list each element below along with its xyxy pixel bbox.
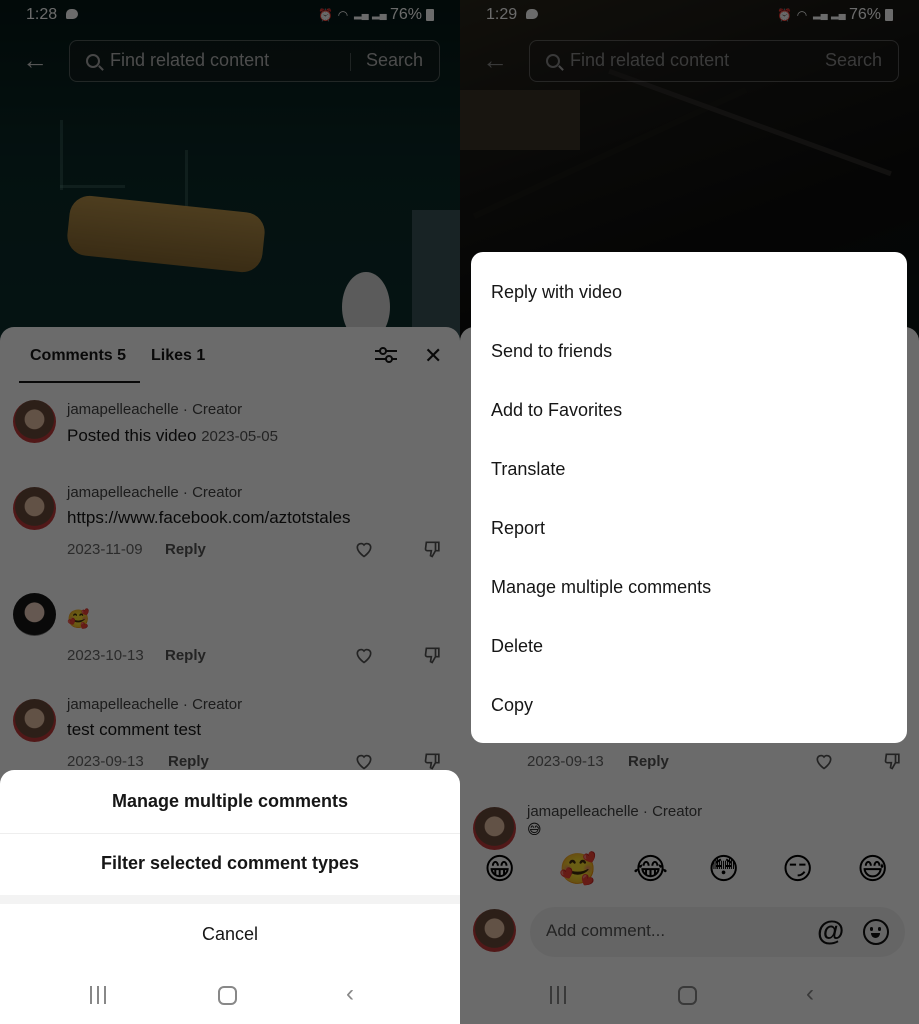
recents-button[interactable] xyxy=(90,986,110,1004)
send-to-friends-option[interactable]: Send to friends xyxy=(491,341,612,362)
divider xyxy=(0,833,460,834)
home-button[interactable] xyxy=(218,986,237,1005)
filter-comment-types-option[interactable]: Filter selected comment types xyxy=(0,853,460,874)
comment-context-menu: Reply with video Send to friends Add to … xyxy=(471,252,907,743)
system-nav-bar: ‹ xyxy=(0,968,460,1024)
reply-with-video-option[interactable]: Reply with video xyxy=(491,282,622,303)
cancel-button[interactable]: Cancel xyxy=(0,924,460,945)
translate-option[interactable]: Translate xyxy=(491,459,565,480)
add-to-favorites-option[interactable]: Add to Favorites xyxy=(491,400,622,421)
left-screen: 1:28 ⏰ ◠ ▂▄ ▂▄ 76% ← Find related conten… xyxy=(0,0,460,1024)
delete-option[interactable]: Delete xyxy=(491,636,543,657)
copy-option[interactable]: Copy xyxy=(491,695,533,716)
report-option[interactable]: Report xyxy=(491,518,545,539)
manage-multiple-comments-option[interactable]: Manage multiple comments xyxy=(0,791,460,812)
manage-multiple-comments-option[interactable]: Manage multiple comments xyxy=(491,577,711,598)
back-button[interactable]: ‹ xyxy=(346,982,354,1006)
right-screen: 1:29 ⏰ ◠ ▂▄ ▂▄ 76% ← Find related conten… xyxy=(460,0,919,1024)
divider xyxy=(0,895,460,904)
